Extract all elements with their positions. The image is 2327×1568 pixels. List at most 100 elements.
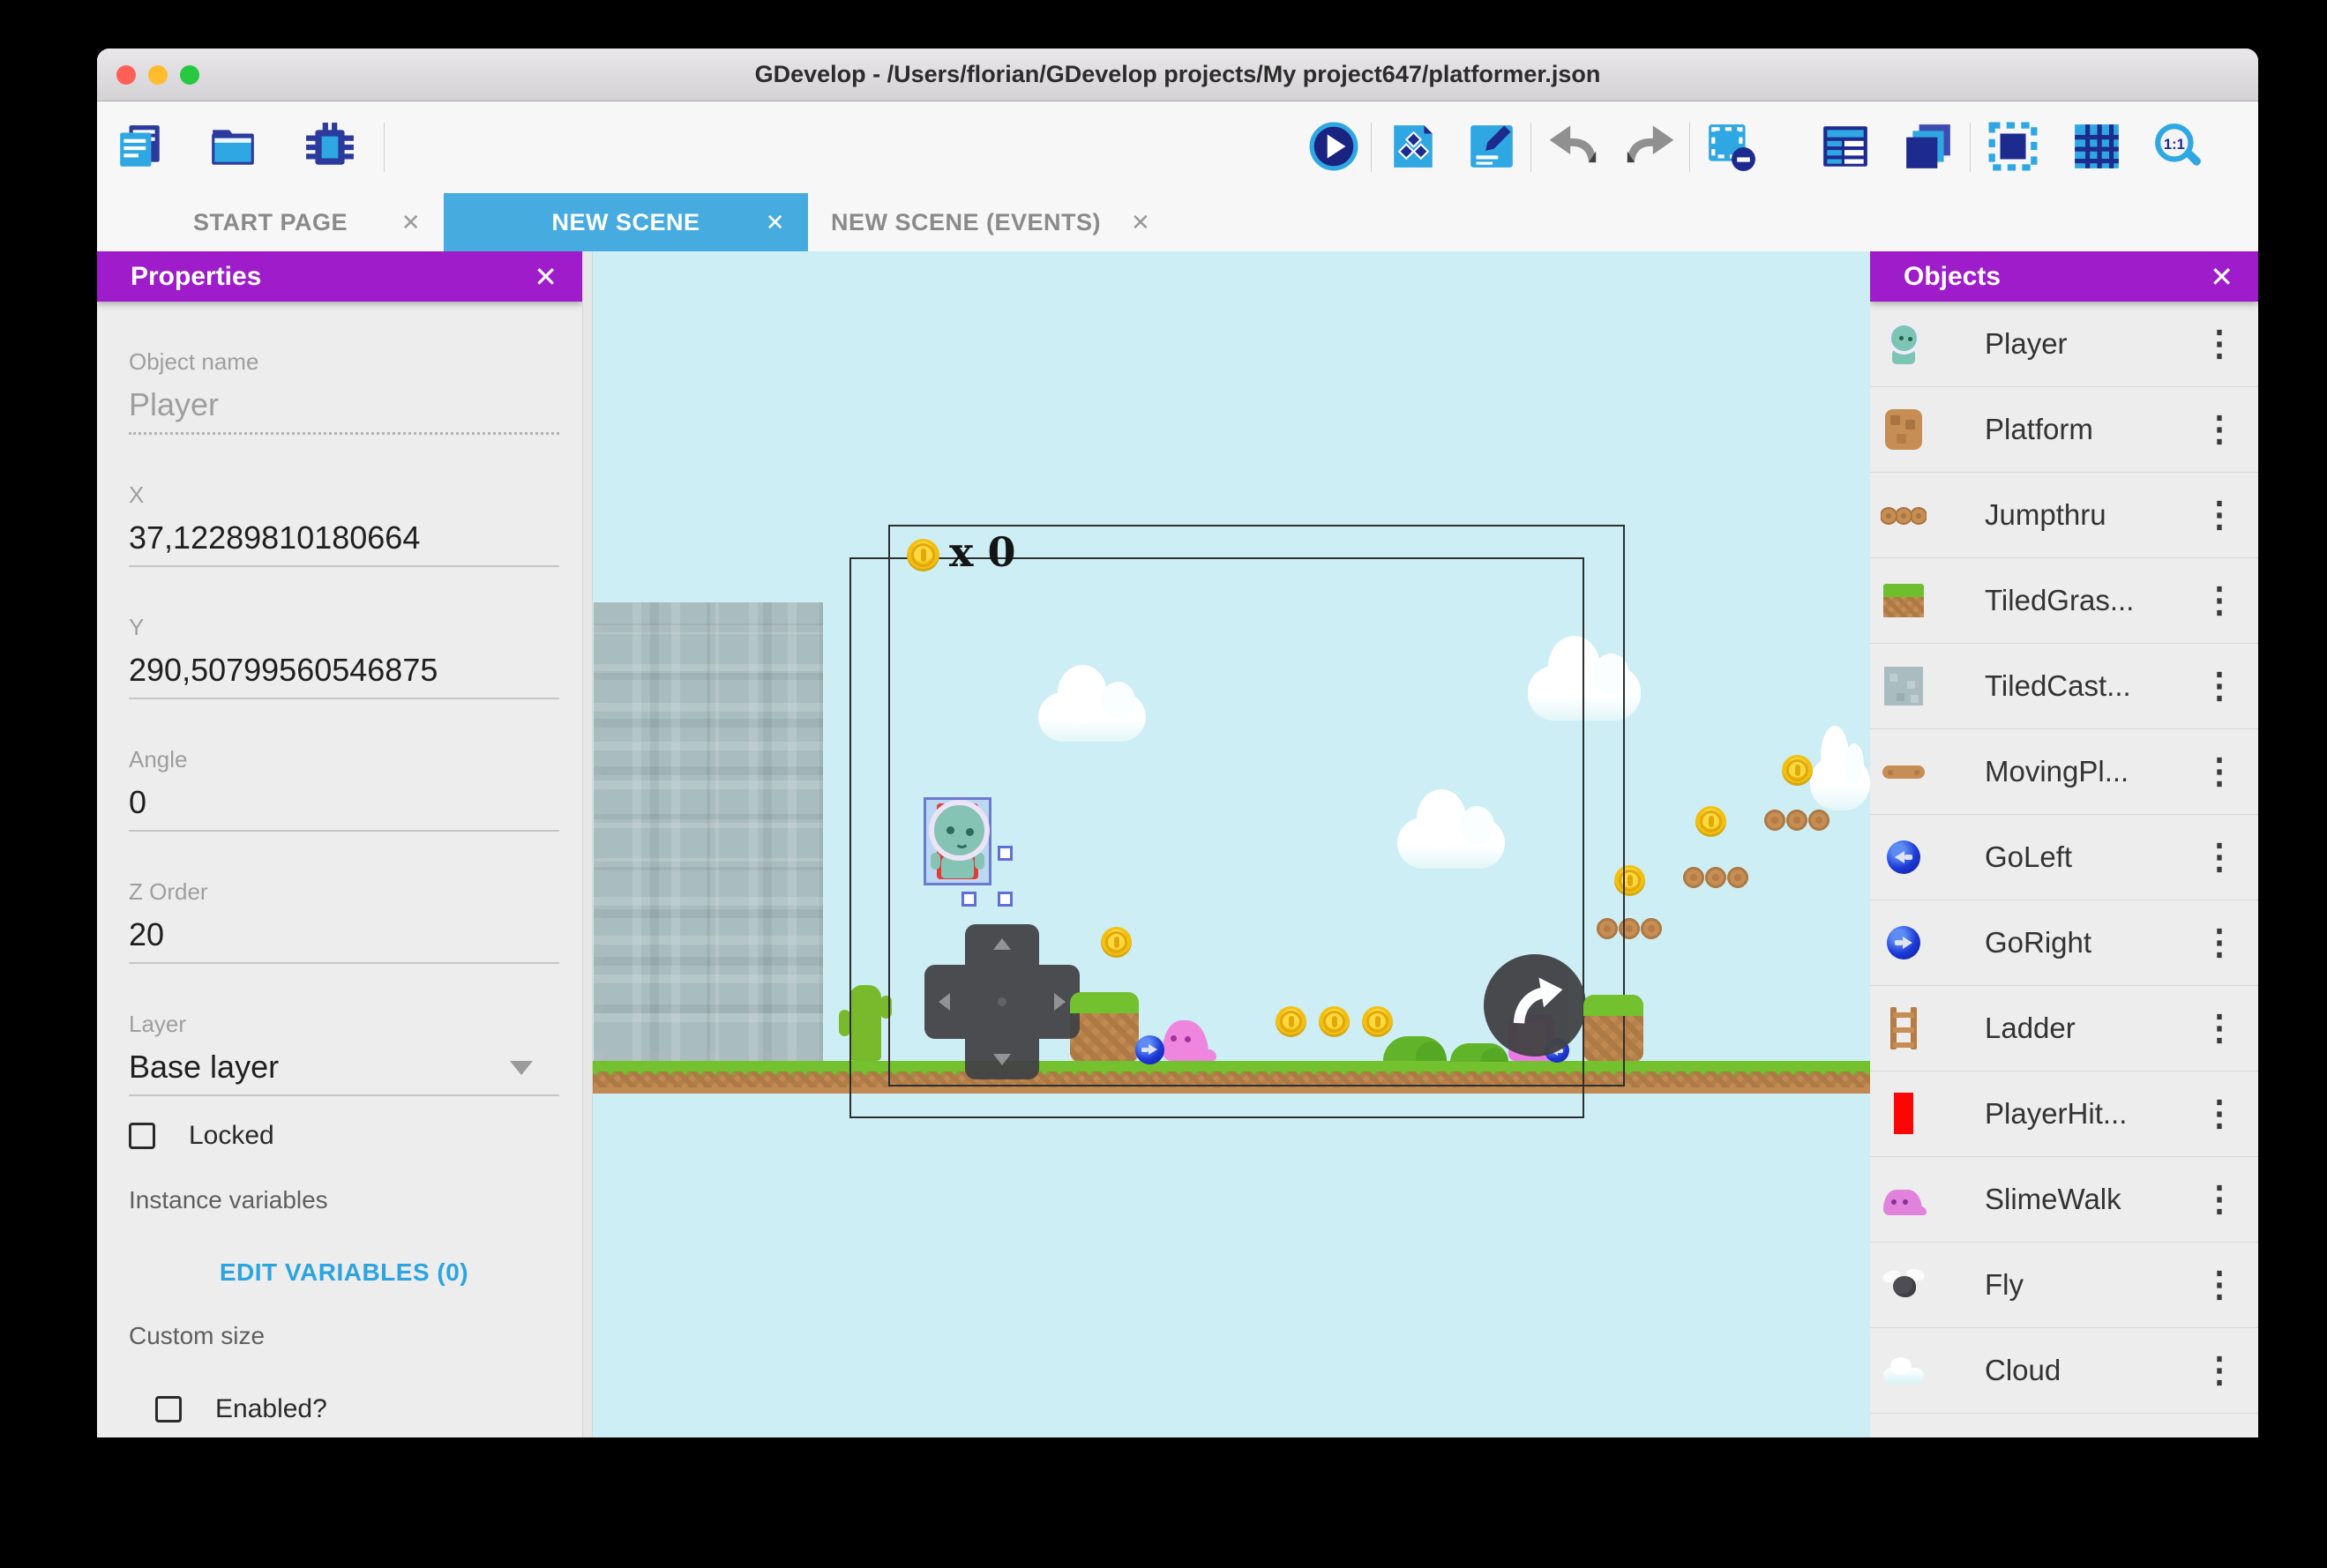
angle-input[interactable]: 0 [129,782,559,832]
coin-instance[interactable] [1695,806,1726,837]
zoom-window-button[interactable] [180,65,199,85]
logs-instance[interactable] [1681,865,1750,890]
undo-icon[interactable] [1546,121,1597,172]
custom-size-enabled-checkbox[interactable] [155,1396,182,1422]
tab-label: NEW SCENE [551,209,700,236]
edit-variables-button[interactable]: EDIT VARIABLES (0) [129,1258,559,1287]
object-row-slime[interactable]: SlimeWalk⋮ [1870,1157,2258,1243]
panel-resize-handle[interactable] [582,251,593,1437]
y-label: Y [129,613,559,641]
grass-block-instance[interactable] [1583,995,1643,1063]
player-sel-instance[interactable] [924,797,991,885]
kebab-menu-icon[interactable]: ⋮ [2196,1008,2242,1049]
titlebar: GDevelop - /Users/florian/GDevelop proje… [97,49,2258,101]
object-row-go-left[interactable]: GoLeft⋮ [1870,815,2258,900]
open-project-icon[interactable] [207,121,258,172]
grass-block-instance[interactable] [1070,992,1139,1063]
cactus-instance[interactable] [849,985,881,1061]
kebab-menu-icon[interactable]: ⋮ [2196,1265,2242,1305]
jump-button-instance[interactable] [1484,954,1586,1057]
ball-instance[interactable] [1135,1035,1164,1064]
locked-checkbox[interactable] [129,1123,155,1149]
object-row-go-right[interactable]: GoRight⋮ [1870,900,2258,986]
kebab-menu-icon[interactable]: ⋮ [2196,1350,2242,1391]
close-icon[interactable]: ✕ [2210,260,2233,294]
tab-start-page[interactable]: START PAGE ✕ [97,193,444,251]
kebab-menu-icon[interactable]: ⋮ [2196,1094,2242,1134]
logs-instance[interactable] [1762,808,1831,833]
layers-editor-icon[interactable] [1903,121,1954,172]
ground-instance[interactable] [593,1061,1870,1094]
object-row-ladder[interactable]: Ladder⋮ [1870,986,2258,1071]
kebab-menu-icon[interactable]: ⋮ [2196,751,2242,792]
slime-instance[interactable] [1163,1020,1208,1061]
hud-coin-icon[interactable] [907,539,939,571]
tab-close-icon[interactable]: ✕ [766,209,785,236]
debugger-icon[interactable] [304,121,355,172]
window-mask-icon[interactable] [1987,121,2039,172]
object-row-fly[interactable]: Fly⋮ [1870,1243,2258,1328]
kebab-menu-icon[interactable]: ⋮ [2196,495,2242,535]
z-order-input[interactable]: 20 [129,915,559,964]
coin-instance[interactable] [1276,1006,1306,1037]
tab-close-icon[interactable]: ✕ [401,209,421,236]
object-row-cloud[interactable]: Cloud⋮ [1870,1328,2258,1414]
cloud-instance[interactable] [1810,756,1870,810]
cloud-instance[interactable] [1038,692,1146,742]
project-manager-icon[interactable] [1388,121,1439,172]
dpad-instance[interactable] [924,924,1080,1079]
object-row-player-hitbox[interactable]: PlayerHit...⋮ [1870,1071,2258,1157]
redo-icon[interactable] [1626,121,1677,172]
building-instance[interactable] [594,602,823,1061]
properties-panel-header: Properties ✕ [97,251,582,302]
bush-instance[interactable] [1450,1043,1508,1062]
coin-instance[interactable] [1782,755,1813,786]
kebab-menu-icon[interactable]: ⋮ [2196,580,2242,621]
tab-new-scene[interactable]: NEW SCENE ✕ [444,193,808,251]
kebab-menu-icon[interactable]: ⋮ [2196,837,2242,877]
properties-panel: Properties ✕ Object name Player X 37,122… [97,251,582,1437]
grid-icon[interactable] [2071,121,2122,172]
kebab-menu-icon[interactable]: ⋮ [2196,666,2242,706]
scene-canvas[interactable]: x 0 [593,251,1870,1437]
cloud-instance[interactable] [1528,666,1641,721]
coin-instance[interactable] [1319,1006,1350,1037]
handle-instance[interactable] [998,846,1013,861]
object-row-moving-platform[interactable]: MovingPl...⋮ [1870,729,2258,815]
layer-select[interactable]: Base layer [129,1047,559,1096]
object-label: TiledCast... [1985,669,2196,703]
logs-instance[interactable] [1595,916,1664,941]
object-row-jumpthru[interactable]: Jumpthru⋮ [1870,473,2258,558]
scene-instances [593,251,1870,1437]
hud-coin-count[interactable]: x 0 [949,528,1015,576]
kebab-menu-icon[interactable]: ⋮ [2196,922,2242,963]
handle-instance[interactable] [961,892,976,907]
deselect-all-icon[interactable] [1705,121,1756,172]
x-input[interactable]: 37,12289810180664 [129,518,559,567]
object-row-player[interactable]: Player⋮ [1870,302,2258,387]
bush-instance[interactable] [1383,1036,1447,1061]
tab-close-icon[interactable]: ✕ [1131,209,1150,236]
coin-instance[interactable] [1101,927,1132,958]
coin-instance[interactable] [1362,1006,1393,1037]
close-icon[interactable]: ✕ [534,260,557,294]
object-row-tiled-grass[interactable]: TiledGras...⋮ [1870,558,2258,644]
close-window-button[interactable] [116,65,136,85]
cloud-instance[interactable] [1397,818,1505,869]
play-preview-icon[interactable] [1308,121,1359,172]
y-input[interactable]: 290,50799560546875 [129,650,559,699]
object-row-tiled-castle[interactable]: TiledCast...⋮ [1870,644,2258,729]
kebab-menu-icon[interactable]: ⋮ [2196,409,2242,450]
object-row-platform[interactable]: Platform⋮ [1870,387,2258,473]
objects-panel-title: Objects [1904,262,2001,292]
minimize-window-button[interactable] [148,65,168,85]
zoom-1-1-icon[interactable]: 1:1 [2152,121,2204,172]
kebab-menu-icon[interactable]: ⋮ [2196,324,2242,364]
coin-instance[interactable] [1614,865,1645,896]
instances-list-icon[interactable] [1820,121,1871,172]
handle-instance[interactable] [998,892,1013,907]
kebab-menu-icon[interactable]: ⋮ [2196,1179,2242,1220]
tab-new-scene-events[interactable]: NEW SCENE (EVENTS) ✕ [808,193,1231,251]
new-project-icon[interactable] [115,121,166,172]
edit-scene-properties-icon[interactable] [1466,121,1517,172]
